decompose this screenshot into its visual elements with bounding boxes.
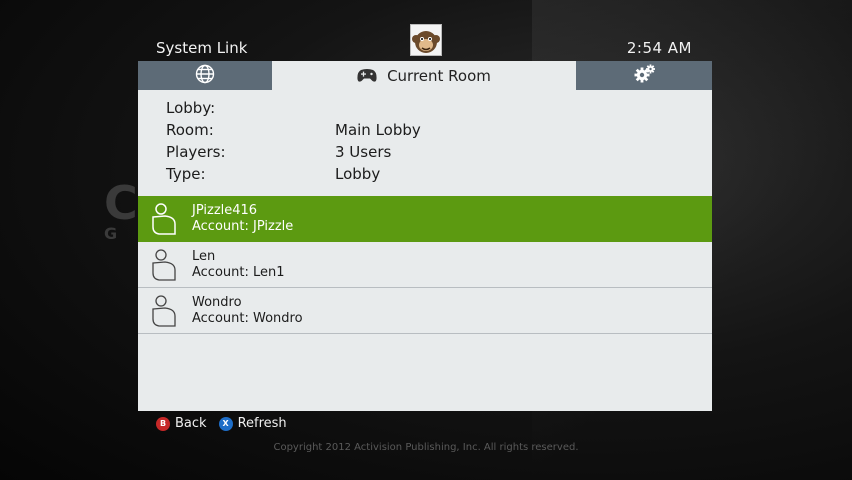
back-button[interactable]: Back: [175, 416, 207, 431]
room-panel: Current Room Lobby: Room: Main Lobby Pla…: [138, 61, 712, 411]
player-list: JPizzle416 Account: JPizzle Len Account:…: [138, 196, 712, 334]
player-name: Len: [192, 249, 216, 264]
tab-settings[interactable]: [578, 61, 712, 90]
type-value: Lobby: [335, 165, 381, 183]
player-account: Account: Wondro: [192, 311, 303, 326]
player-row[interactable]: Len Account: Len1: [138, 242, 712, 288]
copyright-text: Copyright 2012 Activision Publishing, In…: [273, 442, 579, 453]
player-account: Account: JPizzle: [192, 219, 294, 234]
tab-globe[interactable]: [138, 61, 272, 90]
refresh-button[interactable]: Refresh: [238, 416, 287, 431]
player-account: Account: Len1: [192, 265, 285, 280]
room-label: Room:: [166, 121, 214, 139]
top-bar: System Link 2:54 AM: [156, 24, 692, 60]
info-row-players: Players: 3 Users: [166, 143, 566, 165]
room-info: Lobby: Room: Main Lobby Players: 3 Users…: [166, 99, 566, 187]
user-icon: [152, 203, 176, 239]
players-value: 3 Users: [335, 143, 392, 161]
tab-current-room[interactable]: Current Room: [272, 61, 576, 90]
avatar[interactable]: [410, 24, 442, 56]
user-icon: [152, 249, 176, 285]
player-name: JPizzle416: [192, 203, 258, 218]
players-label: Players:: [166, 143, 226, 161]
player-row[interactable]: JPizzle416 Account: JPizzle: [138, 196, 712, 242]
lobby-label: Lobby:: [166, 99, 216, 117]
footer-actions: B Back X Refresh: [156, 416, 299, 431]
player-row[interactable]: Wondro Account: Wondro: [138, 288, 712, 334]
info-row-type: Type: Lobby: [166, 165, 566, 187]
gear-icon: [634, 64, 656, 88]
player-name: Wondro: [192, 295, 242, 310]
tab-current-room-label: Current Room: [387, 66, 491, 85]
user-icon: [152, 295, 176, 331]
clock: 2:54 AM: [626, 39, 692, 57]
info-row-room: Room: Main Lobby: [166, 121, 566, 143]
tab-bar: Current Room: [138, 61, 712, 90]
room-value: Main Lobby: [335, 121, 421, 139]
x-button-icon: X: [218, 416, 233, 431]
info-row-lobby: Lobby:: [166, 99, 566, 121]
controller-icon: [357, 68, 377, 83]
b-button-icon: B: [156, 416, 170, 431]
globe-icon: [195, 64, 215, 88]
type-label: Type:: [166, 165, 206, 183]
page-title: System Link: [156, 39, 248, 57]
